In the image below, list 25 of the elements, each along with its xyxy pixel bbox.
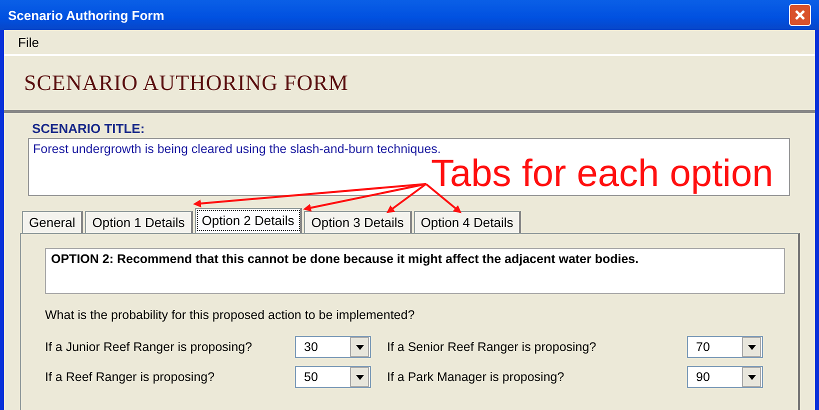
- window-title: Scenario Authoring Form: [8, 8, 164, 22]
- probability-dropdown[interactable]: 50: [295, 366, 371, 388]
- dropdown-arrow-icon: [748, 374, 756, 380]
- probability-dropdown[interactable]: 70: [687, 336, 763, 358]
- probability-dropdown[interactable]: 30: [295, 336, 371, 358]
- question-text: What is the probability for this proposed action to be implemented?: [45, 308, 416, 322]
- option-text-field[interactable]: OPTION 2: Recommend that this cannot be done because it might affect the adjacent water bodies.: [45, 248, 785, 294]
- question-label: If a Reef Ranger is proposing?: [45, 370, 216, 384]
- dropdown-arrow-icon: [356, 374, 364, 380]
- tab[interactable]: General: [22, 211, 84, 233]
- probability-dropdown[interactable]: 90: [687, 366, 763, 388]
- dropdown-arrow-icon: [748, 344, 756, 350]
- tab[interactable]: Option 2 Details: [194, 208, 302, 233]
- annotation-text: Tabs for each option: [431, 154, 774, 194]
- field-label: SCENARIO TITLE:: [32, 121, 146, 136]
- tab[interactable]: Option 3 Details: [304, 211, 412, 233]
- tab[interactable]: Option 1 Details: [85, 211, 193, 233]
- tab[interactable]: Option 4 Details: [414, 211, 522, 233]
- question-label: If a Park Manager is proposing?: [387, 370, 566, 384]
- menu-item[interactable]: File: [14, 34, 43, 50]
- question-label: If a Senior Reef Ranger is proposing?: [387, 340, 598, 354]
- dropdown-arrow-icon: [356, 344, 364, 350]
- form-heading: SCENARIO AUTHORING FORM: [24, 70, 348, 96]
- question-label: If a Junior Reef Ranger is proposing?: [45, 340, 254, 354]
- close-icon[interactable]: [789, 4, 811, 26]
